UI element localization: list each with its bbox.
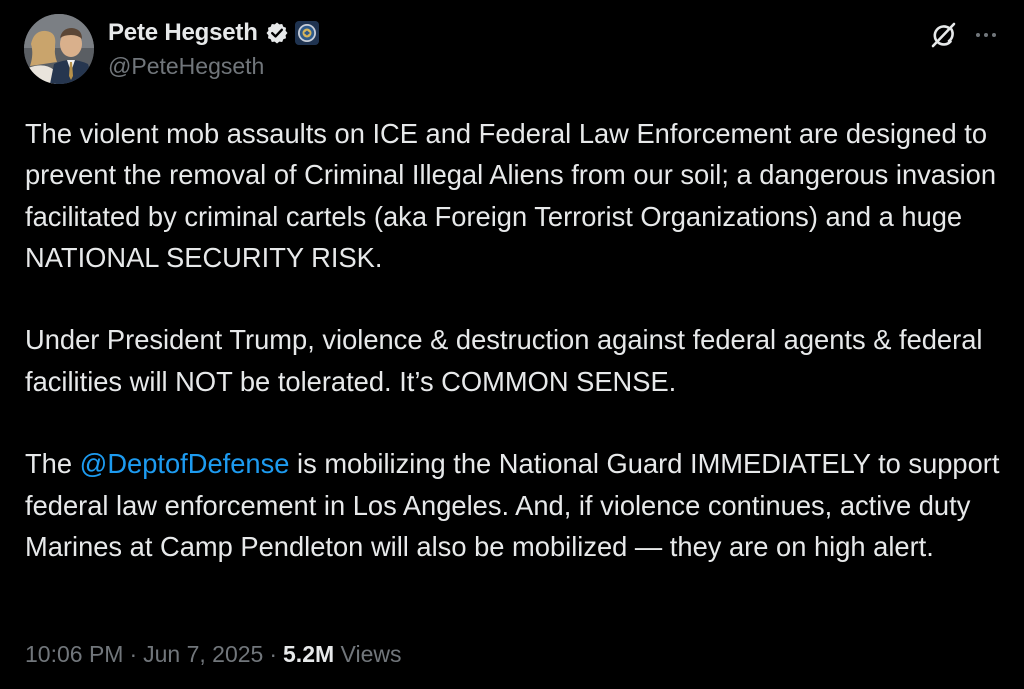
tweet-paragraph: The @DeptofDefense is mobilizing the Nat… (25, 443, 1010, 567)
mention-link[interactable]: @DeptofDefense (80, 448, 290, 479)
avatar[interactable] (24, 14, 94, 84)
verified-badge-icon[interactable] (265, 21, 289, 45)
timestamp-date[interactable]: Jun 7, 2025 (143, 641, 263, 667)
tweet-text: The violent mob assaults on ICE and Fede… (25, 113, 1010, 567)
meta-separator: · (129, 641, 138, 667)
tweet-meta: 10:06 PM · Jun 7, 2025 · 5.2M Views (25, 641, 401, 668)
meta-separator: · (269, 641, 278, 667)
display-name[interactable]: Pete Hegseth (108, 19, 258, 47)
dept-of-defense-seal-icon[interactable] (294, 21, 319, 45)
tweet-paragraph: Under President Trump, violence & destru… (25, 324, 983, 397)
avatar-image (24, 14, 94, 84)
handle[interactable]: @PeteHegseth (108, 53, 264, 80)
views-label: Views (340, 641, 402, 667)
tweet-text-segment: The (25, 448, 80, 480)
top-actions (928, 20, 998, 50)
tweet: Pete Hegseth @PeteHegseth The violent mo… (0, 0, 1024, 689)
more-icon[interactable] (974, 23, 998, 47)
name-row: Pete Hegseth (108, 17, 319, 49)
tweet-paragraph: The violent mob assaults on ICE and Fede… (25, 118, 997, 273)
views-count: 5.2M (283, 641, 335, 667)
grok-icon[interactable] (928, 20, 958, 50)
timestamp-time[interactable]: 10:06 PM (25, 641, 123, 667)
